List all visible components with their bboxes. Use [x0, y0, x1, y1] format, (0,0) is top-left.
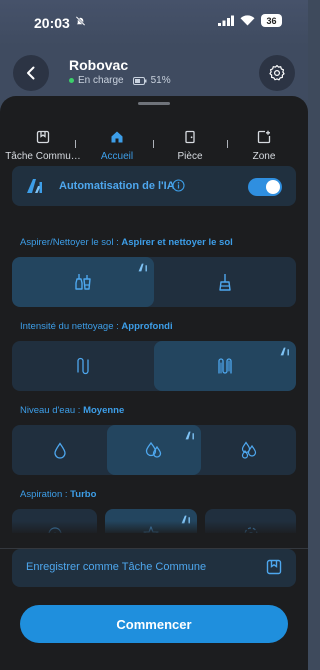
ai-badge-icon	[185, 431, 194, 440]
tab-separator	[75, 140, 76, 148]
ai-automation-card: Automatisation de l'IA	[12, 166, 296, 206]
section-value: Approfondi	[121, 321, 173, 332]
section-value: Moyenne	[83, 405, 125, 416]
gear-icon	[269, 64, 285, 81]
water-low-icon	[53, 441, 66, 459]
water-high-option[interactable]	[201, 425, 296, 475]
device-name: Robovac	[69, 57, 129, 73]
intensity-selector	[12, 341, 296, 391]
signal-icon	[218, 15, 234, 26]
water-low-option[interactable]	[12, 425, 107, 475]
sheet-handle[interactable]	[138, 102, 170, 105]
section-title: Aspiration :	[20, 489, 68, 500]
bookmark-box-icon	[266, 559, 282, 575]
deep-route-icon	[218, 358, 232, 374]
clean-mode-label: Aspirer/Nettoyer le sol : Aspirer et net…	[20, 237, 233, 248]
tab-room[interactable]: Pièce	[152, 130, 228, 164]
tab-zone[interactable]: Zone	[226, 130, 302, 164]
battery-icon	[132, 76, 147, 85]
standard-intensity-option[interactable]	[12, 341, 154, 391]
battery-percent: 51%	[150, 75, 171, 86]
save-as-shared-task-button[interactable]: Enregistrer comme Tâche Commune	[12, 549, 296, 587]
section-title: Niveau d'eau :	[20, 405, 81, 416]
tab-label: Zone	[252, 151, 276, 162]
ai-logo-icon	[27, 179, 42, 193]
vacuum-and-mop-icon	[75, 274, 91, 290]
start-button[interactable]: Commencer	[20, 605, 288, 643]
tab-label: Pièce	[177, 151, 203, 162]
toggle-knob	[266, 180, 280, 194]
clean-mode-selector	[12, 257, 296, 307]
control-sheet: Tâche Commu… Accueil Pièce Zone Automati…	[0, 96, 308, 670]
charging-status: En charge	[78, 75, 124, 86]
tab-home[interactable]: Accueil	[79, 130, 155, 164]
tab-shared-task[interactable]: Tâche Commu…	[5, 130, 81, 164]
status-bar: 20:03 36	[0, 0, 308, 46]
tab-label: Tâche Commu…	[5, 151, 81, 162]
settings-button[interactable]	[259, 55, 295, 91]
standard-route-icon	[77, 357, 89, 375]
device-header: Robovac En charge 51%	[0, 46, 308, 100]
back-button[interactable]	[13, 55, 49, 91]
section-value: Turbo	[70, 489, 97, 500]
room-door-icon	[185, 130, 195, 144]
vacuum-and-mop-option[interactable]	[12, 257, 154, 307]
zone-add-icon	[257, 130, 271, 144]
mop-only-icon	[219, 274, 231, 291]
home-icon	[111, 131, 123, 143]
deep-intensity-option[interactable]	[154, 341, 296, 391]
bell-off-icon	[75, 16, 86, 26]
intensity-label: Intensité du nettoyage : Approfondi	[20, 321, 173, 332]
section-value: Aspirer et nettoyer le sol	[121, 237, 233, 248]
water-level-selector	[12, 425, 296, 475]
suction-label: Aspiration : Turbo	[20, 489, 96, 500]
mop-only-option[interactable]	[154, 257, 296, 307]
status-time: 20:03	[34, 15, 70, 31]
battery-indicator: 36	[261, 14, 282, 27]
water-high-icon	[241, 441, 256, 459]
save-as-shared-task-label: Enregistrer comme Tâche Commune	[26, 561, 207, 573]
mode-tabs: Tâche Commu… Accueil Pièce Zone	[0, 130, 308, 162]
wifi-icon	[240, 15, 255, 26]
ai-badge-icon	[138, 263, 147, 272]
info-icon[interactable]	[172, 179, 185, 192]
water-medium-option[interactable]	[107, 425, 201, 475]
water-level-label: Niveau d'eau : Moyenne	[20, 405, 124, 416]
chevron-left-icon	[27, 66, 35, 80]
tab-label: Accueil	[100, 151, 134, 162]
device-status: En charge 51%	[69, 75, 171, 86]
ai-automation-toggle[interactable]	[248, 178, 282, 196]
shared-task-icon	[36, 130, 50, 144]
section-title: Aspirer/Nettoyer le sol :	[20, 237, 119, 248]
section-title: Intensité du nettoyage :	[20, 321, 119, 332]
ai-automation-label: Automatisation de l'IA	[59, 180, 175, 192]
charging-dot	[69, 78, 74, 83]
ai-badge-icon	[280, 347, 289, 356]
water-medium-icon	[145, 441, 162, 458]
